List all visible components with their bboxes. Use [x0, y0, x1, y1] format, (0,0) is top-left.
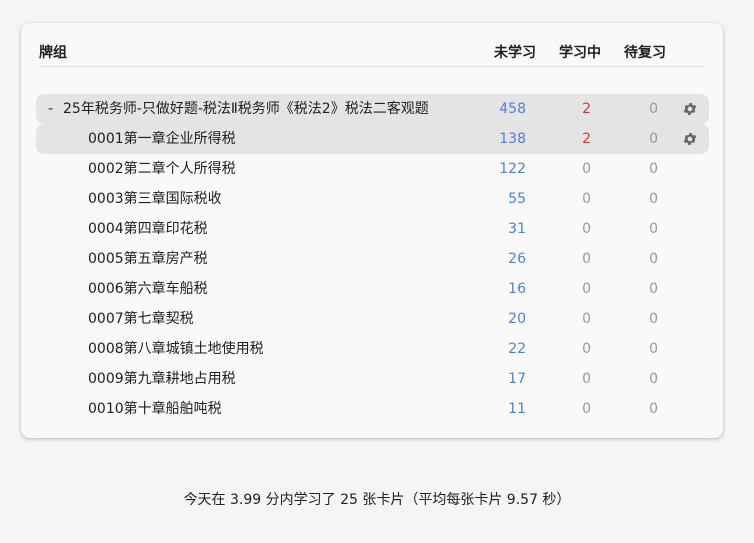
- deck-name-link[interactable]: 0003第三章国际税收: [88, 184, 222, 214]
- new-column-header: 未学习: [494, 45, 536, 61]
- review-count: 0: [649, 251, 658, 267]
- learn-count: 0: [582, 281, 591, 297]
- deck-row[interactable]: 0001第一章企业所得税 138 2 0: [36, 124, 709, 154]
- deck-row[interactable]: 0004第四章印花税 31 0 0: [36, 214, 709, 244]
- review-count: 0: [649, 131, 658, 147]
- deck-row[interactable]: 0010第十章船舶吨税 11 0 0: [36, 394, 709, 424]
- new-count: 20: [508, 311, 526, 327]
- deck-name-link[interactable]: 0009第九章耕地占用税: [88, 364, 236, 394]
- new-count: 26: [508, 251, 526, 267]
- deck-name-link[interactable]: 0006第六章车船税: [88, 274, 208, 304]
- deck-column-header: 牌组: [39, 45, 67, 61]
- review-count: 0: [649, 371, 658, 387]
- deck-row[interactable]: 0006第六章车船税 16 0 0: [36, 274, 709, 304]
- learn-count: 2: [582, 131, 591, 147]
- new-count: 22: [508, 341, 526, 357]
- deck-name-link[interactable]: 25年税务师-只做好题-税法Ⅱ税务师《税法2》税法二客观题: [63, 94, 429, 124]
- deck-row[interactable]: 0008第八章城镇土地使用税 22 0 0: [36, 334, 709, 364]
- review-count: 0: [649, 281, 658, 297]
- new-count: 55: [508, 191, 526, 207]
- review-count: 0: [649, 311, 658, 327]
- learn-count: 2: [582, 101, 591, 117]
- deck-row[interactable]: 0005第五章房产税 26 0 0: [36, 244, 709, 274]
- review-column-header: 待复习: [624, 45, 666, 61]
- learn-column-header: 学习中: [559, 45, 601, 61]
- deck-table-header: 牌组 未学习 学习中 待复习: [39, 41, 703, 67]
- deck-name-link[interactable]: 0005第五章房产税: [88, 244, 208, 274]
- deck-list-card: 牌组 未学习 学习中 待复习 - 25年税务师-只做好题-税法Ⅱ税务师《税法2》…: [21, 23, 723, 438]
- deck-name-link[interactable]: 0004第四章印花税: [88, 214, 208, 244]
- study-stats-text: 今天在 3.99 分内学习了 25 张卡片（平均每张卡片 9.57 秒）: [183, 492, 571, 508]
- learn-count: 0: [582, 401, 591, 417]
- learn-count: 0: [582, 221, 591, 237]
- new-count: 31: [508, 221, 526, 237]
- deck-row[interactable]: 0007第七章契税 20 0 0: [36, 304, 709, 334]
- learn-count: 0: [582, 311, 591, 327]
- deck-name-link[interactable]: 0010第十章船舶吨税: [88, 394, 222, 424]
- deck-name-link[interactable]: 0002第二章个人所得税: [88, 154, 236, 184]
- gear-icon[interactable]: [682, 101, 698, 117]
- deck-row-parent[interactable]: - 25年税务师-只做好题-税法Ⅱ税务师《税法2》税法二客观题 458 2 0: [36, 94, 709, 124]
- deck-name-link[interactable]: 0001第一章企业所得税: [88, 124, 236, 154]
- new-count: 458: [499, 101, 526, 117]
- new-count: 11: [508, 401, 526, 417]
- learn-count: 0: [582, 341, 591, 357]
- new-count: 17: [508, 371, 526, 387]
- gear-icon[interactable]: [682, 131, 698, 147]
- deck-name-link[interactable]: 0008第八章城镇土地使用税: [88, 334, 264, 364]
- new-count: 138: [499, 131, 526, 147]
- review-count: 0: [649, 221, 658, 237]
- learn-count: 0: [582, 161, 591, 177]
- learn-count: 0: [582, 191, 591, 207]
- learn-count: 0: [582, 251, 591, 267]
- learn-count: 0: [582, 371, 591, 387]
- review-count: 0: [649, 101, 658, 117]
- collapse-toggle[interactable]: -: [48, 94, 53, 124]
- review-count: 0: [649, 161, 658, 177]
- review-count: 0: [649, 191, 658, 207]
- deck-row[interactable]: 0009第九章耕地占用税 17 0 0: [36, 364, 709, 394]
- deck-name-link[interactable]: 0007第七章契税: [88, 304, 194, 334]
- deck-row[interactable]: 0003第三章国际税收 55 0 0: [36, 184, 709, 214]
- new-count: 16: [508, 281, 526, 297]
- deck-row[interactable]: 0002第二章个人所得税 122 0 0: [36, 154, 709, 184]
- review-count: 0: [649, 401, 658, 417]
- review-count: 0: [649, 341, 658, 357]
- new-count: 122: [499, 161, 526, 177]
